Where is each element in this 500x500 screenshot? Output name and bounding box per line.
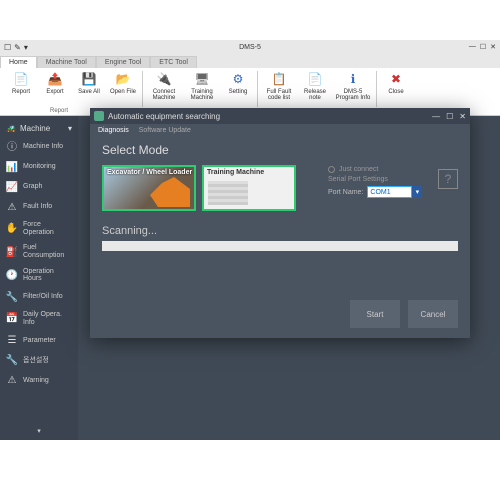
dialog-icon	[94, 111, 104, 121]
calendar-icon: 📅	[6, 313, 18, 325]
graph-icon: 📈	[6, 181, 18, 193]
sidebar-item-option[interactable]: 🔧옵션설정	[0, 351, 78, 371]
open-icon: 📂	[115, 71, 131, 87]
dialog-titlebar: Automatic equipment searching — ☐ ✕	[90, 108, 470, 124]
info-icon: ℹ	[345, 71, 361, 87]
fault-icon: ⚠	[6, 201, 18, 213]
port-name-select[interactable]	[367, 186, 412, 198]
sidebar: 🚜 Machine ▾ ⓘMachine Info 📊Monitoring 📈G…	[0, 116, 78, 440]
select-mode-heading: Select Mode	[102, 143, 458, 157]
dropdown-arrow-icon[interactable]: ▾	[412, 186, 422, 198]
dialog-minimize[interactable]: —	[432, 112, 440, 121]
sidebar-collapse[interactable]: ▾	[0, 424, 78, 440]
sidebar-item-fault-info[interactable]: ⚠Fault Info	[0, 197, 78, 217]
dialog-title: Automatic equipment searching	[108, 112, 220, 121]
setting-icon: ⚙	[230, 71, 246, 87]
titlebar: ☐ ✎ ▾ DMS-5 — ☐ ✕	[0, 40, 500, 54]
chevron-down-icon: ▾	[68, 124, 72, 133]
mode-card-training[interactable]: Training Machine	[202, 165, 296, 211]
sidebar-item-machine-info[interactable]: ⓘMachine Info	[0, 137, 78, 157]
sidebar-item-daily-opera[interactable]: 📅Daily Opera. Info	[0, 307, 78, 330]
dialog-maximize[interactable]: ☐	[446, 112, 453, 121]
mode-card-excavator[interactable]: Excavator / Wheel Loader	[102, 165, 196, 211]
tab-etc-tool[interactable]: ETC Tool	[150, 56, 197, 68]
start-button[interactable]: Start	[350, 300, 400, 328]
monitor-icon: 📊	[6, 161, 18, 173]
tab-home[interactable]: Home	[0, 56, 37, 68]
sidebar-item-filter-oil[interactable]: 🔧Filter/Oil Info	[0, 287, 78, 307]
tab-software-update[interactable]: Software Update	[139, 127, 191, 134]
tb-icon: ☐	[4, 43, 11, 52]
ribbon-release-note[interactable]: 📄Release note	[298, 71, 332, 101]
scanning-label: Scanning...	[102, 225, 458, 237]
auto-search-dialog: Automatic equipment searching — ☐ ✕ Diag…	[90, 108, 470, 338]
ribbon-program-info[interactable]: ℹDMS-5 Program Info	[332, 71, 374, 101]
machine-icon: 🚜	[6, 124, 16, 133]
warning-icon: ⚠	[6, 375, 18, 387]
dialog-close[interactable]: ✕	[459, 112, 466, 121]
sidebar-item-monitoring[interactable]: 📊Monitoring	[0, 157, 78, 177]
ribbon-export[interactable]: 📤Export	[38, 71, 72, 95]
ribbon-connect-machine[interactable]: 🔌Connect Machine	[145, 71, 183, 101]
radio-icon	[328, 166, 335, 173]
training-icon: 🖥	[194, 71, 210, 87]
sidebar-item-parameter[interactable]: ☰Parameter	[0, 331, 78, 351]
sidebar-item-fuel[interactable]: ⛽Fuel Consumption	[0, 240, 78, 263]
sidebar-item-graph[interactable]: 📈Graph	[0, 177, 78, 197]
sidebar-item-operation-hours[interactable]: 🕐Operation Hours	[0, 264, 78, 287]
tab-machine-tool[interactable]: Machine Tool	[37, 56, 96, 68]
wrench-icon: 🔧	[6, 355, 18, 367]
dialog-tabs: Diagnosis Software Update	[90, 124, 470, 137]
export-icon: 📤	[47, 71, 63, 87]
force-icon: ✋	[6, 223, 18, 235]
fuel-icon: ⛽	[6, 246, 18, 258]
tb-icon: ✎	[14, 43, 21, 52]
port-name-label: Port Name:	[328, 189, 363, 196]
clock-icon: 🕐	[6, 269, 18, 281]
minimize-button[interactable]: —	[469, 43, 476, 51]
cancel-button[interactable]: Cancel	[408, 300, 458, 328]
ribbon-report[interactable]: 📄Report	[4, 71, 38, 95]
ribbon-fault-list[interactable]: 📋Full Fault code list	[260, 71, 298, 101]
maximize-button[interactable]: ☐	[480, 43, 486, 51]
list-icon: 📋	[271, 71, 287, 87]
port-settings-panel: Just connect Serial Port Settings Port N…	[328, 166, 458, 198]
info-icon: ⓘ	[6, 141, 18, 153]
connect-icon: 🔌	[156, 71, 172, 87]
ribbon-setting[interactable]: ⚙Setting	[221, 71, 255, 95]
chevron-down-icon: ▾	[37, 428, 41, 436]
ribbon-save-all[interactable]: 💾Save All	[72, 71, 106, 95]
param-icon: ☰	[6, 335, 18, 347]
sidebar-header[interactable]: 🚜 Machine ▾	[0, 120, 78, 137]
save-icon: 💾	[81, 71, 97, 87]
just-connect-option[interactable]: Just connect	[328, 166, 458, 173]
report-icon: 📄	[13, 71, 29, 87]
close-button[interactable]: ✕	[490, 43, 496, 51]
ribbon-training-machine[interactable]: 🖥Training Machine	[183, 71, 221, 101]
tab-engine-tool[interactable]: Engine Tool	[96, 56, 150, 68]
ribbon-close[interactable]: ✖Close	[379, 71, 413, 95]
filter-icon: 🔧	[6, 291, 18, 303]
sidebar-item-warning[interactable]: ⚠Warning	[0, 371, 78, 391]
ribbon-group-label: Report	[50, 108, 68, 114]
close-icon: ✖	[388, 71, 404, 87]
serial-port-settings-label: Serial Port Settings	[328, 176, 458, 183]
sidebar-item-force-operation[interactable]: ✋Force Operation	[0, 217, 78, 240]
tb-icon: ▾	[24, 43, 28, 52]
tab-diagnosis[interactable]: Diagnosis	[98, 127, 129, 134]
note-icon: 📄	[307, 71, 323, 87]
ribbon-open-file[interactable]: 📂Open File	[106, 71, 140, 95]
window-title: DMS-5	[239, 44, 261, 51]
ribbon-tabs: Home Machine Tool Engine Tool ETC Tool	[0, 54, 500, 68]
progress-bar	[102, 241, 458, 251]
